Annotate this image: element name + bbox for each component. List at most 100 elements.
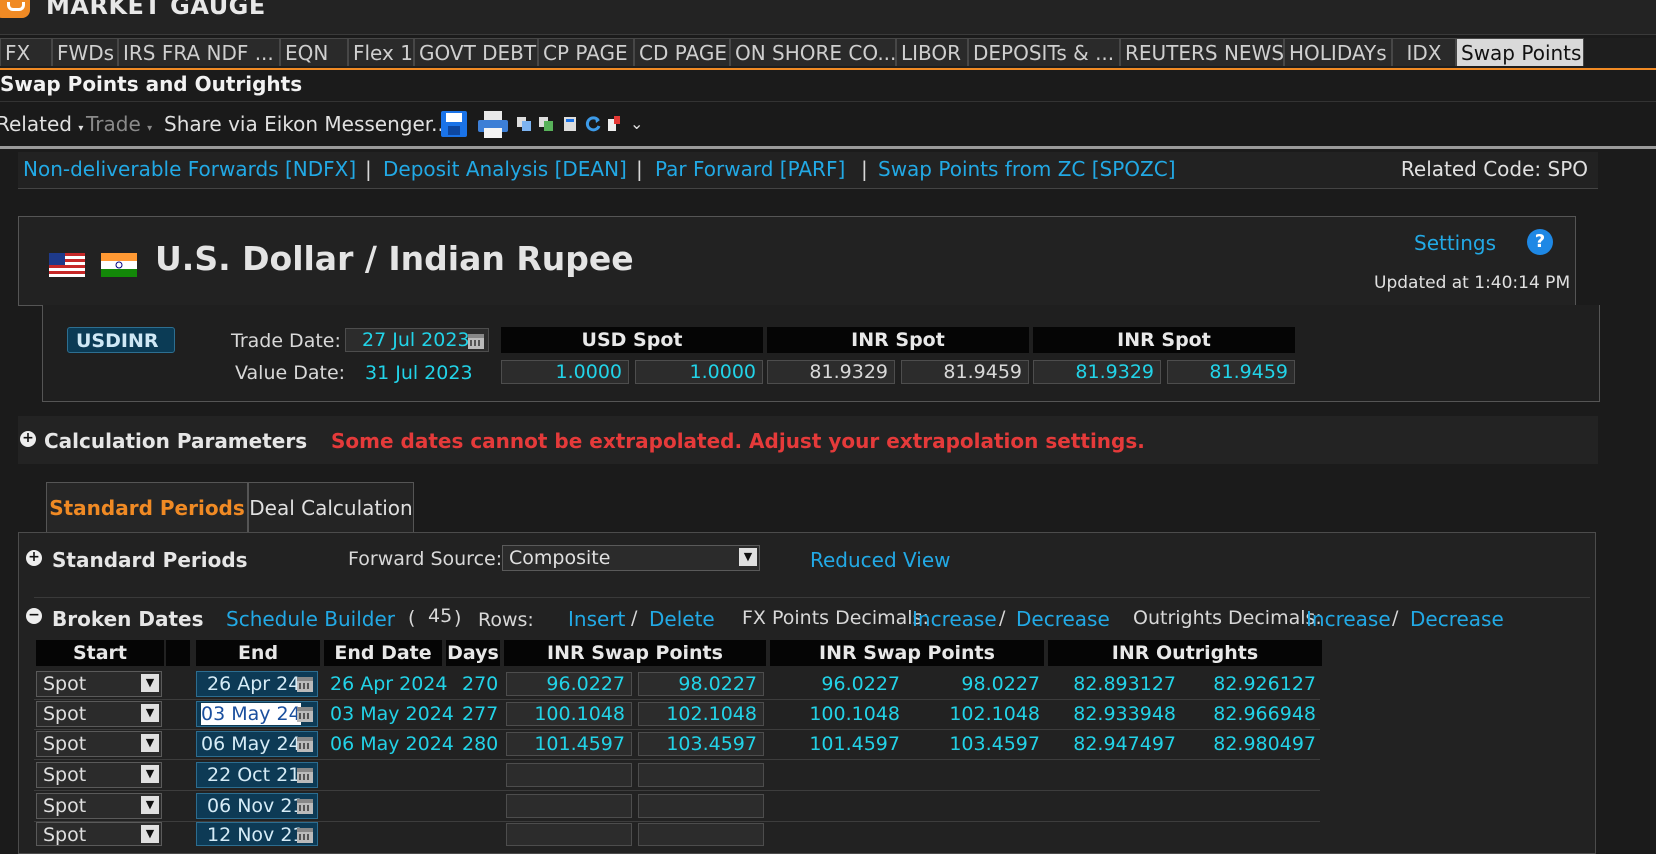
alert-icon[interactable] — [606, 115, 622, 133]
swap-points-ask-input[interactable] — [638, 823, 764, 846]
forward-source-select[interactable]: Composite ▼ — [502, 545, 760, 571]
start-value: Spot — [43, 673, 87, 695]
swap-points-bid-input[interactable]: 100.1048 — [506, 702, 632, 726]
tab-fwds[interactable]: FWDs — [52, 38, 118, 66]
link-spozc[interactable]: Swap Points from ZC [SPOZC] — [878, 157, 1176, 181]
tab-swap-points[interactable]: Swap Points — [1456, 38, 1584, 66]
standard-periods-title[interactable]: Standard Periods — [52, 548, 248, 572]
fx-decimals-decrease-link[interactable]: Decrease — [1016, 607, 1110, 631]
calendar-icon[interactable] — [297, 768, 313, 783]
tab-govt-debt[interactable]: GOVT DEBT — [414, 38, 538, 66]
end-date-input[interactable]: 06 Nov 21 — [196, 793, 318, 819]
end-date-input[interactable]: 26 Apr 24 — [196, 671, 318, 697]
tab-deposits[interactable]: DEPOSITs & ... — [968, 38, 1120, 66]
start-select[interactable]: Spot ▼ — [36, 671, 162, 697]
collapse-icon[interactable]: − — [26, 608, 42, 624]
calendar-icon[interactable] — [297, 799, 313, 814]
calendar-icon[interactable] — [297, 828, 313, 843]
outrights-decimals-increase-link[interactable]: Increase — [1306, 607, 1391, 631]
swap-points-ask-input[interactable]: 98.0227 — [638, 672, 764, 696]
end-date-input[interactable]: 06 May 24 — [196, 731, 318, 757]
tab-irs-fra-ndf[interactable]: IRS FRA NDF ... — [118, 38, 280, 66]
link-dean[interactable]: Deposit Analysis [DEAN] — [383, 157, 627, 181]
end-date-cell: 06 May 2024 — [330, 733, 454, 755]
calendar-icon[interactable] — [468, 334, 484, 349]
start-select[interactable]: Spot ▼ — [36, 793, 162, 819]
calendar-icon[interactable] — [297, 677, 313, 692]
swap-points-bid-input[interactable]: 101.4597 — [506, 732, 632, 756]
export-icon[interactable] — [538, 116, 554, 132]
calendar-icon[interactable] — [297, 737, 313, 752]
start-select[interactable]: Spot ▼ — [36, 701, 162, 727]
related-code: Related Code: SPO — [1400, 157, 1588, 181]
refresh-icon[interactable] — [584, 115, 602, 133]
broken-dates-title[interactable]: Broken Dates — [52, 607, 204, 631]
swap-points-bid-input[interactable] — [506, 763, 632, 787]
link-parf[interactable]: Par Forward [PARF] — [655, 157, 845, 181]
expand-icon[interactable]: + — [26, 550, 42, 566]
swap-points-ask-input[interactable]: 103.4597 — [638, 732, 764, 756]
tab-flex-1[interactable]: Flex 1 — [348, 38, 414, 66]
tab-reuters-news[interactable]: REUTERS NEWS — [1120, 38, 1284, 66]
insert-row-link[interactable]: Insert — [568, 607, 625, 631]
tab-on-shore[interactable]: ON SHORE CO... — [730, 38, 896, 66]
swap-points-ask-input[interactable] — [638, 763, 764, 787]
save-icon[interactable] — [440, 110, 468, 138]
swap-points-bid-input[interactable] — [506, 823, 632, 846]
end-date-input[interactable]: 03 May 24 — [196, 701, 318, 727]
calculator-icon[interactable] — [562, 116, 578, 132]
tab-cp-page[interactable]: CP PAGE — [538, 38, 634, 66]
end-date-input[interactable]: 22 Oct 21 — [196, 762, 318, 788]
us-flag-icon — [49, 253, 85, 277]
print-icon[interactable] — [476, 110, 510, 140]
start-select[interactable]: Spot ▼ — [36, 762, 162, 788]
more-icon[interactable]: ⌄ — [630, 114, 643, 133]
delete-row-link[interactable]: Delete — [649, 607, 715, 631]
start-select[interactable]: Spot ▼ — [36, 822, 162, 846]
start-select[interactable]: Spot ▼ — [36, 731, 162, 757]
end-date-cell: 03 May 2024 — [330, 703, 454, 725]
related-links-bar: Non-deliverable Forwards [NDFX] | Deposi… — [18, 152, 1598, 189]
app-logo-icon — [0, 0, 30, 18]
value-date: 31 Jul 2023 — [365, 362, 473, 384]
swap-points-ask-input[interactable]: 102.1048 — [638, 702, 764, 726]
share-eikon-messenger-button[interactable]: Share via Eikon Messenger... — [164, 112, 450, 136]
col-header-end-date: End Date — [324, 640, 442, 666]
outrights-decimals-decrease-link[interactable]: Decrease — [1410, 607, 1504, 631]
calculation-parameters-title[interactable]: Calculation Parameters — [44, 429, 307, 453]
tab-eqn[interactable]: EQN — [280, 38, 348, 66]
help-icon[interactable]: ? — [1527, 229, 1553, 255]
tab-fx[interactable]: FX — [0, 38, 52, 66]
schedule-builder-link[interactable]: Schedule Builder — [226, 607, 395, 631]
settings-link[interactable]: Settings — [1414, 231, 1496, 255]
calculation-parameters-bar: + Calculation Parameters Some dates cann… — [18, 416, 1598, 464]
tab-cd-page[interactable]: CD PAGE — [634, 38, 730, 66]
copy-icon[interactable] — [516, 116, 532, 132]
tab-idx[interactable]: IDX — [1392, 38, 1456, 66]
tab-libor[interactable]: LIBOR — [896, 38, 968, 66]
end-value: 06 May 24 — [201, 733, 301, 755]
currency-header-panel: U.S. Dollar / Indian Rupee Settings ? Up… — [18, 216, 1576, 306]
tab-standard-periods[interactable]: Standard Periods — [46, 482, 248, 534]
link-separator: | — [861, 157, 868, 181]
tab-deal-calculation[interactable]: Deal Calculation — [248, 482, 414, 534]
trade-menu[interactable]: Trade ▾ — [86, 112, 152, 136]
start-value: Spot — [43, 733, 87, 755]
end-value: 22 Oct 21 — [207, 764, 301, 786]
trade-date-input[interactable]: 27 Jul 2023 — [345, 328, 489, 352]
expand-icon[interactable]: + — [20, 431, 36, 447]
tab-holidays[interactable]: HOLIDAYs — [1284, 38, 1392, 66]
slash-separator: / — [999, 607, 1006, 629]
reduced-view-link[interactable]: Reduced View — [810, 548, 951, 572]
end-date-input[interactable]: 12 Nov 21 — [196, 822, 318, 846]
value-date-label: Value Date: — [235, 362, 346, 384]
link-ndfx[interactable]: Non-deliverable Forwards [NDFX] — [23, 157, 356, 181]
forward-source-value: Composite — [509, 547, 611, 569]
swap-points-bid-input[interactable]: 96.0227 — [506, 672, 632, 696]
swap-points-ask-input[interactable] — [638, 794, 764, 818]
swap-points-bid-input[interactable] — [506, 794, 632, 818]
ric-badge[interactable]: USDINR — [67, 327, 175, 353]
calendar-icon[interactable] — [297, 707, 313, 722]
related-menu[interactable]: Related ▾ — [0, 112, 83, 136]
fx-decimals-increase-link[interactable]: Increase — [912, 607, 997, 631]
